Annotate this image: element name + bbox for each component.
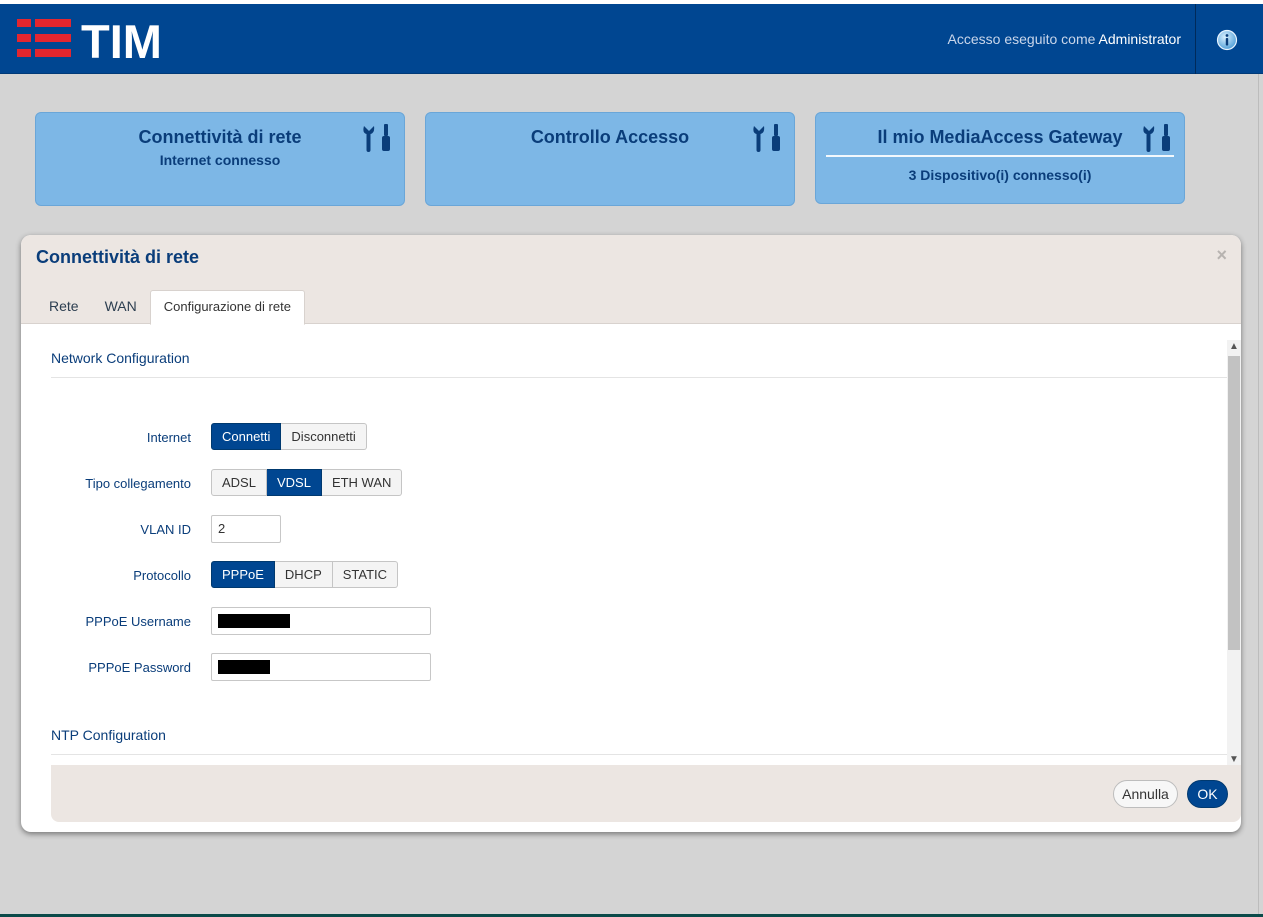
disconnect-button[interactable]: Disconnetti [281,423,367,450]
internet-toggle: Connetti Disconnetti [211,423,367,450]
cancel-button[interactable]: Annulla [1113,780,1178,808]
protocol-label: Protocollo [133,568,191,583]
tim-logo[interactable]: TIM [17,18,192,64]
window-edge [1258,74,1259,917]
modal-title: Connettività di rete [36,247,200,267]
card-subtitle: Internet connesso [159,152,281,168]
protocol-toggle: PPPoE DHCP STATIC [211,561,399,588]
modal-footer: Annulla OK [51,765,1241,822]
modal-header: Connettività di rete × Rete WAN Configur… [21,235,1241,325]
redacted-block [218,660,270,674]
scroll-thumb[interactable] [1228,356,1240,650]
eth-wan-button[interactable]: ETH WAN [321,469,403,496]
tools-icon[interactable] [1142,123,1174,153]
info-icon[interactable] [1216,29,1238,51]
vlan-id-input[interactable]: 2 [211,515,281,543]
card-title: Controllo Accesso [530,127,690,147]
card-access-control[interactable]: Controllo Accesso [425,112,795,206]
login-status: Accesso eseguito come Administrator [948,31,1181,47]
scroll-up-icon[interactable]: ▲ [1227,340,1241,354]
card-title: Connettività di rete [138,127,302,147]
link-type-label: Tipo collegamento [85,476,191,491]
vdsl-button[interactable]: VDSL [266,469,322,496]
tab-wan[interactable]: WAN [92,290,150,325]
topbar-divider [1195,4,1196,74]
close-icon[interactable]: × [1216,245,1227,266]
adsl-button[interactable]: ADSL [211,469,267,496]
card-title: Il mio MediaAccess Gateway [877,127,1123,147]
link-type-toggle: ADSL VDSL ETH WAN [211,469,403,496]
modal-tabs: Rete WAN Configurazione di rete [36,290,305,325]
vlan-id-label: VLAN ID [140,522,191,537]
pppoe-username-input[interactable] [211,607,431,635]
redacted-block [218,614,290,628]
section-ntp-configuration: NTP Configuration [51,727,1227,755]
card-subtitle: 3 Dispositivo(i) connesso(i) [908,167,1092,183]
section-network-configuration: Network Configuration [51,350,1227,378]
internet-label: Internet [146,430,191,445]
network-connectivity-modal: Connettività di rete × Rete WAN Configur… [21,235,1241,832]
pppoe-button[interactable]: PPPoE [211,561,275,588]
pppoe-password-label: PPPoE Password [88,660,191,675]
login-prefix: Accesso eseguito come [947,31,1096,47]
top-navbar: TIM Accesso eseguito come Administrator [0,4,1263,74]
logo-text: TIM [81,18,162,64]
modal-scrollbar[interactable]: ▲ ▼ [1227,340,1241,767]
pppoe-username-label: PPPoE Username [85,614,192,629]
tab-rete[interactable]: Rete [36,290,92,325]
tools-icon[interactable] [752,123,784,153]
tools-icon[interactable] [362,123,394,153]
card-mediaaccess-gateway[interactable]: Il mio MediaAccess Gateway 3 Dispositivo… [815,112,1185,204]
card-divider [826,155,1174,157]
tab-network-configuration[interactable]: Configurazione di rete [149,290,305,325]
connect-button[interactable]: Connetti [211,423,282,450]
modal-body: Network Configuration Internet Connetti … [21,325,1227,765]
dhcp-button[interactable]: DHCP [274,561,333,588]
card-network-connectivity[interactable]: Connettività di rete Internet connesso [35,112,405,206]
pppoe-password-input[interactable] [211,653,431,681]
login-user: Administrator [1098,31,1181,47]
static-button[interactable]: STATIC [332,561,399,588]
ok-button[interactable]: OK [1187,780,1228,808]
